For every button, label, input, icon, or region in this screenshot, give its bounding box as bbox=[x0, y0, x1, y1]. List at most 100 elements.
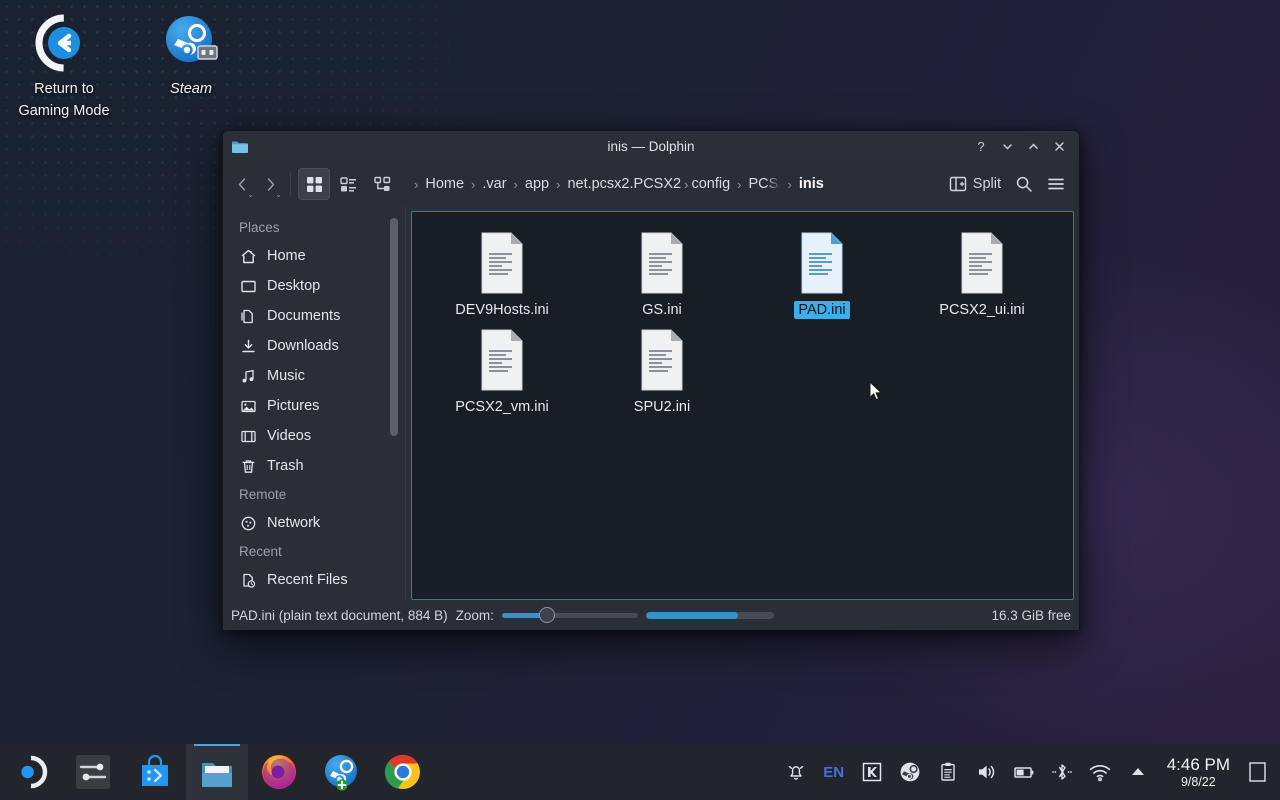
sidebar-item-home[interactable]: Home bbox=[223, 241, 405, 271]
volume-tray-icon[interactable] bbox=[967, 744, 1005, 800]
sidebar-item-label: Home bbox=[267, 248, 306, 264]
folder-icon bbox=[202, 763, 232, 787]
taskbar-item-application-launcher[interactable] bbox=[0, 744, 62, 800]
desktop[interactable]: Return to Gaming Mode Steam inis — Dolph… bbox=[0, 0, 1280, 800]
sidebar-item-trash[interactable]: Trash bbox=[223, 451, 405, 481]
show-hidden-tray-button[interactable] bbox=[1119, 744, 1157, 800]
file-item[interactable]: DEV9Hosts.ini bbox=[422, 226, 582, 323]
battery-icon bbox=[1013, 767, 1034, 778]
steam-icon bbox=[900, 762, 920, 782]
status-bar: PAD.ini (plain text document, 884 B) Zoo… bbox=[223, 600, 1079, 630]
clock[interactable]: 4:46 PM 9/8/22 bbox=[1157, 755, 1240, 789]
taskbar-item-firefox[interactable] bbox=[248, 744, 310, 800]
help-button[interactable]: ? bbox=[969, 136, 993, 158]
folder-icon bbox=[231, 138, 249, 156]
window-toolbar[interactable]: ⌄ ⌄ › Home › .var › app › net.pcsx2.PCSX… bbox=[223, 162, 1079, 206]
hamburger-menu-button[interactable] bbox=[1041, 169, 1071, 199]
sidebar-item-recent-files[interactable]: Recent Files bbox=[223, 565, 405, 595]
sidebar-item-network[interactable]: Network bbox=[223, 508, 405, 538]
sidebar-item-videos[interactable]: Videos bbox=[223, 421, 405, 451]
sidebar-item-music[interactable]: Music bbox=[223, 361, 405, 391]
notifications-tray-icon[interactable] bbox=[777, 744, 815, 800]
network-icon bbox=[239, 514, 257, 532]
documents-icon bbox=[239, 307, 257, 325]
breadcrumb-item-inis[interactable]: inis bbox=[798, 174, 825, 194]
steam-tray-icon[interactable] bbox=[891, 744, 929, 800]
file-view[interactable]: DEV9Hosts.ini GS.ini PAD.ini PCSX2_ui.in… bbox=[411, 211, 1074, 600]
details-view-button[interactable] bbox=[366, 168, 398, 200]
places-sidebar[interactable]: Places Home Desktop Documents Downloads … bbox=[223, 206, 405, 600]
minimize-button[interactable] bbox=[995, 136, 1019, 158]
sidebar-item-label: Documents bbox=[267, 308, 341, 324]
taskbar-item-dolphin[interactable] bbox=[186, 744, 248, 800]
kde-connect-tray-icon[interactable] bbox=[853, 744, 891, 800]
window-body: Places Home Desktop Documents Downloads … bbox=[223, 206, 1079, 600]
sidebar-item-label: Trash bbox=[267, 458, 304, 474]
chevron-up-icon bbox=[1028, 143, 1038, 149]
keyboard-layout-indicator[interactable]: EN bbox=[815, 744, 853, 800]
taskbar-item-system-settings[interactable] bbox=[62, 744, 124, 800]
sidebar-item-label: Recent Files bbox=[267, 572, 348, 588]
breadcrumb-item-app[interactable]: app bbox=[524, 174, 550, 194]
desktop-icon-steam[interactable]: Steam bbox=[127, 12, 255, 100]
compact-view-button[interactable] bbox=[332, 168, 364, 200]
file-item[interactable]: SPU2.ini bbox=[582, 323, 742, 420]
text-file-icon bbox=[635, 232, 689, 294]
speaker-icon bbox=[978, 765, 994, 779]
dolphin-window[interactable]: inis — Dolphin ? ⌄ ⌄ › Home › .var › app… bbox=[222, 130, 1080, 630]
close-button[interactable] bbox=[1047, 136, 1071, 158]
text-file-icon bbox=[795, 232, 849, 294]
file-item[interactable]: PCSX2_vm.ini bbox=[422, 323, 582, 420]
sidebar-item-downloads[interactable]: Downloads bbox=[223, 331, 405, 361]
bluetooth-tray-icon[interactable] bbox=[1043, 744, 1081, 800]
taskbar-item-steam[interactable] bbox=[310, 744, 372, 800]
zoom-slider[interactable] bbox=[501, 607, 638, 623]
sidebar-item-label: Downloads bbox=[267, 338, 339, 354]
file-item[interactable]: GS.ini bbox=[582, 226, 742, 323]
sidebar-scrollbar[interactable] bbox=[390, 218, 398, 436]
maximize-button[interactable] bbox=[1021, 136, 1045, 158]
icons-view-button[interactable] bbox=[298, 168, 330, 200]
sidebar-item-documents[interactable]: Documents bbox=[223, 301, 405, 331]
home-icon bbox=[239, 247, 257, 265]
system-tray[interactable]: EN 4:46 PM 9/8/22 bbox=[777, 744, 1280, 800]
grid-icon bbox=[306, 176, 322, 192]
breadcrumb[interactable]: › Home › .var › app › net.pcsx2.PCSX2 › … bbox=[408, 174, 941, 194]
desktop-icon-return-to-gaming-mode[interactable]: Return to Gaming Mode bbox=[0, 12, 128, 122]
breadcrumb-item-pcsx2[interactable]: PCSX2 bbox=[747, 174, 781, 194]
show-desktop-button[interactable] bbox=[1240, 744, 1274, 800]
taskbar-item-chrome[interactable] bbox=[372, 744, 434, 800]
breadcrumb-item-var[interactable]: .var bbox=[481, 174, 507, 194]
file-item-selected[interactable]: PAD.ini bbox=[742, 226, 902, 323]
window-titlebar[interactable]: inis — Dolphin ? bbox=[223, 131, 1079, 162]
split-button[interactable]: Split bbox=[943, 171, 1007, 197]
window-controls[interactable]: ? bbox=[969, 136, 1071, 158]
wifi-tray-icon[interactable] bbox=[1081, 744, 1119, 800]
breadcrumb-separator: › bbox=[513, 176, 518, 192]
taskbar-item-discover[interactable] bbox=[124, 744, 186, 800]
file-item[interactable]: PCSX2_ui.ini bbox=[902, 226, 1062, 323]
sidebar-item-desktop[interactable]: Desktop bbox=[223, 271, 405, 301]
clock-date: 9/8/22 bbox=[1180, 774, 1216, 789]
show-desktop-icon bbox=[1249, 762, 1266, 782]
chevron-down-icon bbox=[1002, 144, 1012, 150]
breadcrumb-item-config[interactable]: config bbox=[690, 174, 731, 194]
text-file-icon bbox=[475, 329, 529, 391]
zoom-slider-handle[interactable] bbox=[539, 607, 556, 623]
free-space-label: 16.3 GiB free bbox=[991, 607, 1071, 623]
sidebar-item-label: Music bbox=[267, 368, 305, 384]
chevron-up-icon bbox=[1131, 768, 1144, 775]
forward-button[interactable]: ⌄ bbox=[257, 169, 283, 199]
battery-tray-icon[interactable] bbox=[1005, 744, 1043, 800]
steam-icon bbox=[127, 12, 255, 74]
taskbar[interactable]: EN 4:46 PM 9/8/22 bbox=[0, 744, 1280, 800]
text-file-icon bbox=[955, 232, 1009, 294]
bluetooth-icon bbox=[1051, 764, 1072, 780]
sidebar-item-pictures[interactable]: Pictures bbox=[223, 391, 405, 421]
search-button[interactable] bbox=[1009, 169, 1039, 199]
breadcrumb-item-flatpak[interactable]: net.pcsx2.PCSX2 bbox=[566, 174, 682, 194]
back-button[interactable]: ⌄ bbox=[229, 169, 255, 199]
clipboard-tray-icon[interactable] bbox=[929, 744, 967, 800]
breadcrumb-item-home[interactable]: Home bbox=[424, 174, 465, 194]
music-icon bbox=[239, 367, 257, 385]
